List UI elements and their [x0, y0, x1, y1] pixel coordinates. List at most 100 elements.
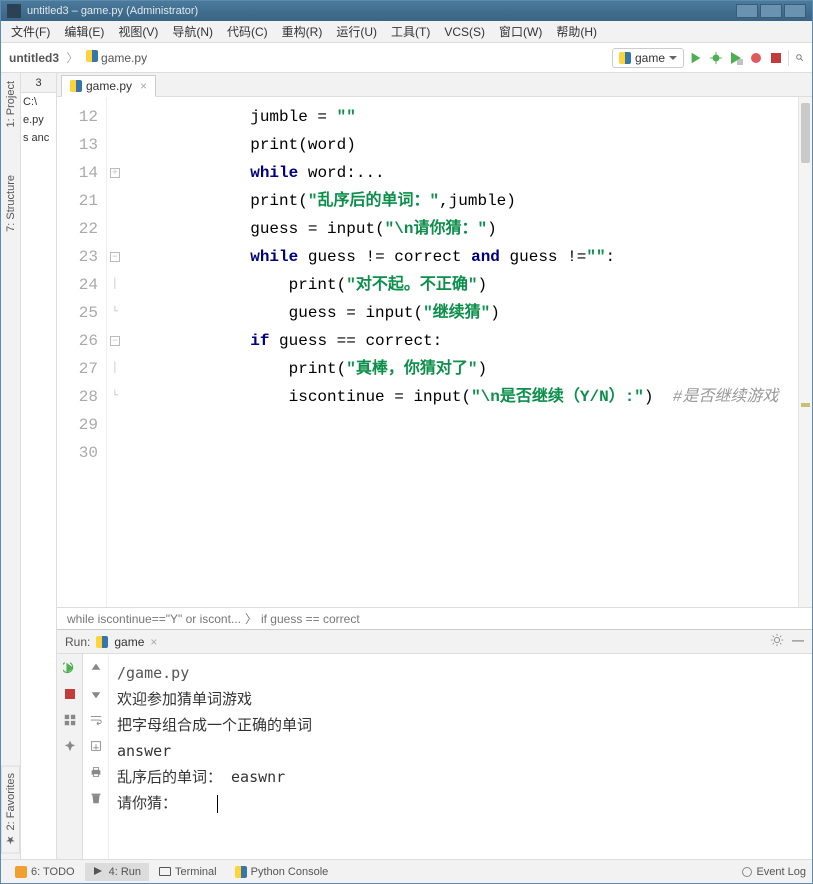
- pin-icon[interactable]: [62, 738, 78, 754]
- dropdown-caret-icon: [669, 56, 677, 60]
- terminal-icon: [159, 867, 171, 876]
- breadcrumb-separator-icon: 〉: [245, 610, 257, 627]
- run-settings-icon[interactable]: [770, 633, 784, 650]
- project-tree-item[interactable]: e.py: [21, 111, 56, 129]
- project-tool-window[interactable]: 3 C:\ e.py s anc: [21, 73, 57, 859]
- fold-column[interactable]: +−│└−│└: [107, 97, 123, 607]
- fold-expand-icon[interactable]: +: [110, 168, 120, 178]
- breadcrumb-segment[interactable]: while iscontinue=="Y" or iscont...: [67, 612, 241, 626]
- scroll-to-end-icon[interactable]: [88, 738, 104, 754]
- editor-area: game.py × 12131421222324252627282930 +−│…: [57, 73, 812, 859]
- close-window-button[interactable]: [784, 4, 806, 18]
- project-pane-header[interactable]: 3: [21, 73, 56, 93]
- breadcrumb-segment[interactable]: if guess == correct: [261, 612, 360, 626]
- maximize-button[interactable]: [760, 4, 782, 18]
- run-button[interactable]: [688, 50, 704, 66]
- code-content[interactable]: jumble = "" print(word) while word:... p…: [123, 97, 798, 607]
- menu-window[interactable]: 窗口(W): [493, 21, 548, 42]
- menu-help[interactable]: 帮助(H): [550, 21, 603, 42]
- python-file-icon: [86, 50, 98, 62]
- minimize-tool-window-icon[interactable]: —: [792, 633, 804, 650]
- run-label: Run:: [65, 635, 90, 649]
- run-tool-window: Run: game × —: [57, 629, 812, 859]
- line-number-gutter[interactable]: 12131421222324252627282930: [57, 97, 107, 607]
- close-tab-icon[interactable]: ×: [140, 79, 147, 93]
- menu-navigate[interactable]: 导航(N): [166, 21, 219, 42]
- run-body: /game.py欢迎参加猜单词游戏把字母组合成一个正确的单词answer乱序后的…: [57, 654, 812, 859]
- run-with-coverage-button[interactable]: [728, 50, 744, 66]
- window-title: untitled3 – game.py (Administrator): [27, 5, 198, 17]
- todo-icon: [15, 866, 27, 878]
- run-icon: [93, 866, 105, 878]
- tab-favorites[interactable]: ★ 2: Favorites: [1, 766, 20, 854]
- menu-file[interactable]: 文件(F): [5, 21, 56, 42]
- editor-tab-label: game.py: [86, 79, 132, 93]
- breadcrumb[interactable]: untitled3 〉 game.py: [9, 49, 147, 66]
- navigation-toolbar: untitled3 〉 game.py game: [1, 43, 812, 73]
- window-buttons: [736, 4, 806, 18]
- editor-breadcrumb[interactable]: while iscontinue=="Y" or iscont... 〉 if …: [57, 607, 812, 629]
- close-run-tab-icon[interactable]: ×: [150, 635, 157, 649]
- python-icon: [96, 636, 108, 648]
- run-action-column: [57, 654, 83, 859]
- search-everywhere-button[interactable]: [788, 50, 804, 66]
- rerun-icon[interactable]: [62, 660, 78, 676]
- stop-run-icon[interactable]: [62, 686, 78, 702]
- editor-scrollbar[interactable]: [798, 97, 812, 607]
- down-stack-icon[interactable]: [88, 686, 104, 702]
- python-icon: [619, 52, 631, 64]
- console-output[interactable]: /game.py欢迎参加猜单词游戏把字母组合成一个正确的单词answer乱序后的…: [109, 654, 812, 859]
- attach-button[interactable]: [748, 50, 764, 66]
- breadcrumb-separator-icon: 〉: [62, 51, 82, 65]
- up-stack-icon[interactable]: [88, 660, 104, 676]
- app-icon: [7, 4, 21, 18]
- bottom-tool-tabs: 6: TODO 4: Run Terminal Python Console E…: [1, 859, 812, 883]
- code-editor[interactable]: 12131421222324252627282930 +−│└−│└ jumbl…: [57, 97, 812, 607]
- debug-button[interactable]: [708, 50, 724, 66]
- tab-project[interactable]: 1: Project: [3, 77, 19, 131]
- trash-icon[interactable]: [88, 790, 104, 806]
- python-file-icon: [70, 80, 82, 92]
- menu-vcs[interactable]: VCS(S): [438, 23, 491, 41]
- left-tool-tabs: 1: Project 7: Structure: [1, 73, 21, 859]
- tab-todo[interactable]: 6: TODO: [7, 863, 83, 881]
- minimize-button[interactable]: [736, 4, 758, 18]
- menu-code[interactable]: 代码(C): [221, 21, 274, 42]
- scrollbar-mark: [801, 403, 810, 407]
- menu-refactor[interactable]: 重构(R): [276, 21, 329, 42]
- event-log-icon: [742, 867, 752, 877]
- project-tree-item[interactable]: s anc: [21, 129, 56, 147]
- menu-tools[interactable]: 工具(T): [385, 21, 436, 42]
- tab-python-console[interactable]: Python Console: [227, 863, 337, 881]
- menu-view[interactable]: 视图(V): [112, 21, 164, 42]
- tab-structure[interactable]: 7: Structure: [3, 171, 19, 236]
- project-tree-item[interactable]: C:\: [21, 93, 56, 111]
- menu-run[interactable]: 运行(U): [330, 21, 383, 42]
- fold-collapse-icon[interactable]: −: [110, 252, 120, 262]
- editor-tab-game[interactable]: game.py ×: [61, 75, 156, 97]
- run-tab-name[interactable]: game: [114, 635, 144, 649]
- print-icon[interactable]: [88, 764, 104, 780]
- titlebar: untitled3 – game.py (Administrator): [1, 1, 812, 21]
- event-log[interactable]: Event Log: [742, 866, 806, 878]
- star-icon: ★: [5, 834, 17, 847]
- stop-button[interactable]: [768, 50, 784, 66]
- text-cursor: [217, 795, 218, 813]
- run-config-selector[interactable]: game: [612, 48, 684, 68]
- scrollbar-thumb[interactable]: [801, 103, 810, 163]
- menubar: 文件(F) 编辑(E) 视图(V) 导航(N) 代码(C) 重构(R) 运行(U…: [1, 21, 812, 43]
- soft-wrap-icon[interactable]: [88, 712, 104, 728]
- editor-tabs: game.py ×: [57, 73, 812, 97]
- tab-terminal[interactable]: Terminal: [151, 863, 225, 881]
- run-config-name: game: [635, 51, 665, 65]
- run-tool-header: Run: game × —: [57, 630, 812, 654]
- layout-icon[interactable]: [62, 712, 78, 728]
- python-icon: [235, 866, 247, 878]
- fold-collapse-icon[interactable]: −: [110, 336, 120, 346]
- tab-run[interactable]: 4: Run: [85, 863, 149, 881]
- menu-edit[interactable]: 编辑(E): [58, 21, 110, 42]
- crumb-project[interactable]: untitled3: [9, 51, 59, 65]
- run-action-column-2: [83, 654, 109, 859]
- crumb-file[interactable]: game.py: [101, 51, 147, 65]
- main-area: 1: Project 7: Structure 3 C:\ e.py s anc…: [1, 73, 812, 859]
